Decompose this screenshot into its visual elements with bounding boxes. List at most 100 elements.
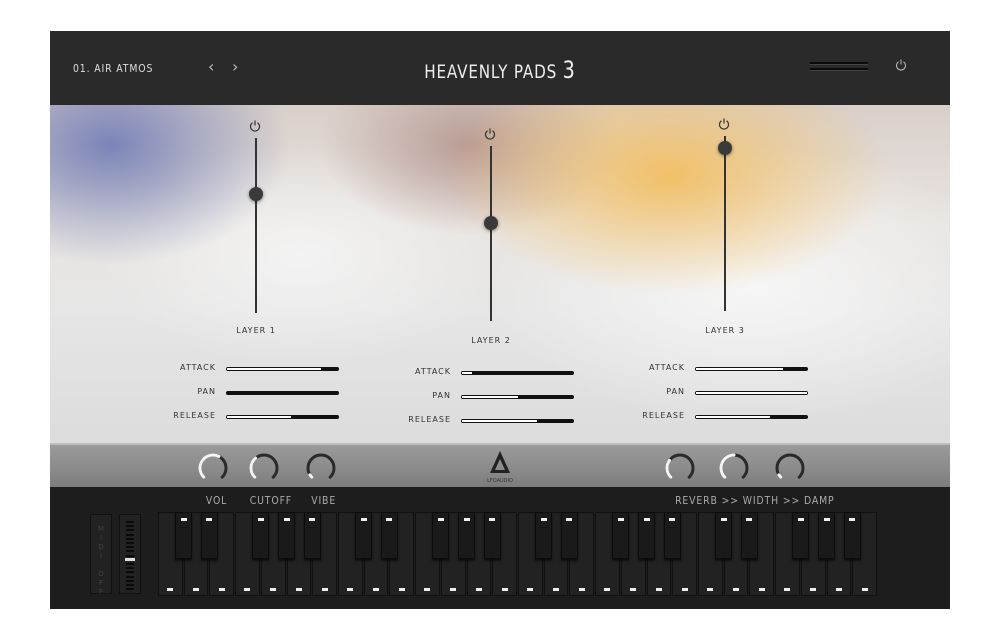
black-key-C-sharp[interactable] — [175, 512, 193, 559]
key-marker — [553, 588, 560, 591]
knob-vol[interactable] — [196, 451, 230, 485]
param-slider[interactable] — [461, 371, 574, 375]
key-marker — [720, 518, 727, 521]
knob-bar: LFOAUDIO — [50, 443, 950, 487]
octave-tick — [126, 567, 134, 570]
black-key-A-sharp[interactable] — [663, 512, 681, 559]
param-slider[interactable] — [695, 367, 808, 371]
fx-chain-label: REVERB >> WIDTH >> DAMP — [675, 494, 835, 507]
knob-vibe[interactable] — [304, 451, 338, 485]
layer-volume-handle[interactable] — [249, 187, 263, 201]
knob-label-vol: VOL — [205, 494, 228, 507]
layer-name: LAYER 1 — [236, 326, 276, 335]
black-key-A-sharp[interactable] — [303, 512, 321, 559]
param-attack: ATTACK — [635, 363, 815, 375]
octave-tick — [126, 575, 134, 578]
layer-1: LAYER 1 ATTACK PAN RELEASE — [166, 105, 346, 443]
power-icon[interactable] — [895, 59, 907, 71]
layer-volume-handle[interactable] — [484, 216, 498, 230]
key-marker — [463, 518, 470, 521]
black-key-D-sharp[interactable] — [200, 512, 218, 559]
black-key-G-sharp[interactable] — [818, 512, 836, 559]
midi-toggle[interactable]: M I D I O F F — [90, 514, 112, 596]
key-marker — [797, 518, 804, 521]
param-fill — [462, 372, 472, 374]
black-key-F-sharp[interactable] — [432, 512, 450, 559]
key-marker — [475, 588, 482, 591]
layer-name: LAYER 2 — [471, 336, 511, 345]
param-label: RELEASE — [642, 411, 685, 420]
param-label: RELEASE — [408, 415, 451, 424]
octave-handle[interactable] — [125, 558, 135, 562]
param-slider[interactable] — [226, 415, 339, 419]
plugin-window: 01. AIR ATMOS ‹ › HEAVENLY PADS 3 LAYER … — [50, 31, 950, 609]
menu-icon[interactable] — [810, 62, 868, 74]
key-marker — [347, 588, 354, 591]
black-key-D-sharp[interactable] — [740, 512, 758, 559]
knob-width[interactable] — [717, 451, 751, 485]
key-marker — [398, 588, 405, 591]
black-key-A-sharp[interactable] — [843, 512, 861, 559]
octave-tick — [126, 546, 134, 549]
param-slider[interactable] — [695, 415, 808, 419]
key-marker — [861, 588, 868, 591]
layer-volume-handle[interactable] — [718, 141, 732, 156]
key-marker — [244, 588, 251, 591]
layer-volume-track[interactable] — [255, 138, 257, 313]
knob-reverb[interactable] — [663, 451, 697, 485]
key-marker — [746, 518, 753, 521]
key-marker — [835, 588, 842, 591]
param-slider[interactable] — [226, 367, 339, 371]
layer-name: LAYER 3 — [705, 326, 745, 335]
key-marker — [784, 588, 791, 591]
layer-volume-track[interactable] — [490, 146, 492, 321]
black-key-D-sharp[interactable] — [380, 512, 398, 559]
key-marker — [527, 588, 534, 591]
black-key-G-sharp[interactable] — [458, 512, 476, 559]
knob-cutoff[interactable] — [247, 451, 281, 485]
octave-tick — [126, 563, 134, 565]
param-slider[interactable] — [226, 391, 339, 395]
param-label: PAN — [432, 391, 451, 400]
key-marker — [309, 518, 316, 521]
layer-power-icon[interactable] — [249, 120, 261, 132]
param-slider[interactable] — [695, 391, 808, 395]
layer-volume-track[interactable] — [724, 136, 726, 311]
octave-slider[interactable] — [119, 514, 141, 594]
app-title: HEAVENLY PADS 3 — [140, 56, 860, 84]
svg-text:LFOAUDIO: LFOAUDIO — [487, 478, 513, 484]
key-marker — [283, 518, 290, 521]
key-marker — [437, 518, 444, 521]
black-key-C-sharp[interactable] — [535, 512, 553, 559]
black-key-G-sharp[interactable] — [638, 512, 656, 559]
black-key-D-sharp[interactable] — [560, 512, 578, 559]
key-marker — [669, 518, 676, 521]
octave-tick — [126, 537, 134, 540]
key-marker — [270, 588, 277, 591]
param-slider[interactable] — [461, 395, 574, 399]
key-marker — [630, 588, 637, 591]
lfoaudio-logo: LFOAUDIO — [487, 451, 513, 484]
black-key-A-sharp[interactable] — [483, 512, 501, 559]
param-label: PAN — [197, 387, 216, 396]
key-marker — [321, 588, 328, 591]
knob-damp[interactable] — [773, 451, 807, 485]
black-key-F-sharp[interactable] — [612, 512, 630, 559]
key-marker — [617, 518, 624, 521]
key-marker — [257, 518, 264, 521]
black-key-C-sharp[interactable] — [355, 512, 373, 559]
param-slider[interactable] — [461, 419, 574, 423]
octave-tick — [126, 554, 134, 557]
black-key-C-sharp[interactable] — [715, 512, 733, 559]
layer-power-icon[interactable] — [718, 118, 730, 130]
key-marker — [655, 588, 662, 591]
midi-label: M I D I O F F — [97, 525, 105, 596]
layer-power-icon[interactable] — [484, 128, 496, 140]
key-marker — [810, 588, 817, 591]
param-fill — [696, 368, 783, 370]
black-key-F-sharp[interactable] — [252, 512, 270, 559]
param-attack: ATTACK — [166, 363, 346, 375]
black-key-F-sharp[interactable] — [792, 512, 810, 559]
black-key-G-sharp[interactable] — [278, 512, 296, 559]
param-label: RELEASE — [173, 411, 216, 420]
